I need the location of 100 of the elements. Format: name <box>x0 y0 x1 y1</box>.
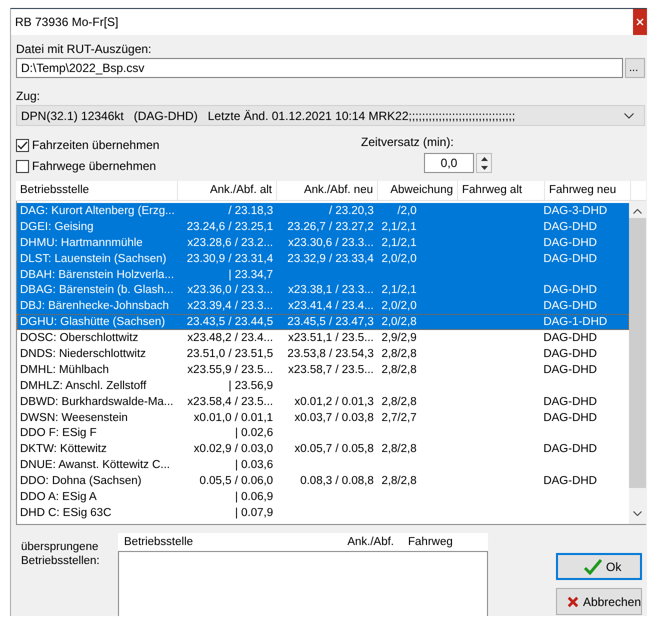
table-row[interactable]: DGHU: Glashütte (Sachsen) 23.43,5 / 23.44,5 23.45,5 / 23.47,3 2,0/2,8 DAG-1-DHD <box>17 314 629 330</box>
table-cell: x23.41,4 / 23.4... <box>288 300 374 312</box>
check-icon <box>17 140 28 150</box>
table-cell: x23.36,0 / 23.3... <box>187 284 274 296</box>
table-cell: 23.30,9 / 23.31,4 <box>186 252 274 265</box>
table-cell: DNDS: Niederschlottwitz <box>20 348 146 360</box>
table-cell: DAG-DHD <box>543 236 597 249</box>
table-cell: | 0.06,9 <box>234 491 274 504</box>
table-cell: DDO F: ESig F <box>20 427 97 440</box>
table-cell: x0.03,7 / 0.03,8 <box>294 412 374 424</box>
table-cell: 23.43,5 / 23.44,5 <box>186 316 274 328</box>
column-header[interactable]: Fahrweg <box>394 533 453 551</box>
browse-button[interactable]: ... <box>625 58 645 78</box>
table-cell: 2,0/2,0 <box>381 252 417 265</box>
table-cell: | 0.07,9 <box>234 506 274 519</box>
table-cell: 2,7/2,7 <box>381 412 417 424</box>
table-row[interactable]: DNUE: Awanst. Köttewitz C... | 0.03,6 <box>17 457 629 474</box>
dialog-button[interactable]: Ok <box>556 553 642 580</box>
table-row[interactable]: DAG: Kurort Altenberg (Erzg... / 23.18,3 / 23.20,3 /2,0 DAG-3-DHD <box>17 203 629 219</box>
x-icon <box>567 594 579 608</box>
table-row[interactable]: DBWD: Burkhardswalde-Ma... x23.58,4 / 23.5... x0.01,2 / 0.01,3 2,8/2,8 DAG-DHD <box>17 394 629 410</box>
train-dropdown[interactable]: DPN(32.1) 12346kt (DAG-DHD) Letzte Änd. 01.12.2021 10:14 MRK22;;;;;;;;;;;;;;;;;;;;;;;;;;;;;;;; <box>16 105 645 126</box>
up-arrow-icon <box>480 156 488 160</box>
table-row[interactable]: DDO A: ESig A | 0.06,9 <box>17 489 629 505</box>
table-cell: DAG-DHD <box>543 332 597 344</box>
table-cell: DOSC: Oberschlottwitz <box>20 332 138 344</box>
close-button[interactable] <box>633 9 647 35</box>
table-cell: 23.53,8 / 23.54,3 <box>287 348 374 360</box>
table-cell: 23.24,6 / 23.25,1 <box>186 220 274 233</box>
table-row[interactable]: DMHLZ: Anschl. Zellstoff | 23.56,9 <box>17 378 629 394</box>
column-header[interactable]: Betriebsstelle <box>16 181 178 200</box>
table-cell: | 0.03,6 <box>234 459 274 472</box>
table-cell: 2,0/2,0 <box>381 300 417 312</box>
table-row[interactable]: DGEI: Geising 23.24,6 / 23.25,1 23.26,7 / 23.27,2 2,1/2,1 DAG-DHD <box>17 218 629 235</box>
table-cell: DLST: Lauenstein (Sachsen) <box>20 252 166 265</box>
table-cell: x23.58,4 / 23.5... <box>187 396 274 408</box>
table-cell: / 23.18,3 <box>228 205 274 217</box>
table-row[interactable]: DBAG: Bärenstein (b. Glash... x23.36,0 / 23.3... x23.38,1 / 23.3... 2,1/2,1 DAG-DHD <box>17 282 629 298</box>
table-cell: DAG-1-DHD <box>543 316 608 328</box>
table-row[interactable]: DDO F: ESig F | 0.02,6 <box>17 425 629 442</box>
checkbox-option[interactable]: Fahrwege übernehmen <box>16 158 361 174</box>
table-row[interactable]: DBJ: Bärenhecke-Johnsbach x23.39,4 / 23.3... x23.41,4 / 23.4... 2,0/2,0 DAG-DHD <box>17 298 629 314</box>
table-cell: x0.05,7 / 0.05,8 <box>294 443 374 456</box>
dialog-button[interactable]: Abbrechen <box>556 588 642 615</box>
table-row[interactable]: DBAH: Bärenstein Holzverla... | 23.34,7 <box>17 266 629 282</box>
field-label: Zeitversatz (min): <box>361 135 454 150</box>
column-header[interactable]: Ank./Abf. alt <box>178 181 277 200</box>
table-cell: x23.28,6 / 23.2... <box>187 236 274 249</box>
table-cell: DAG-DHD <box>543 443 597 456</box>
spin-buttons[interactable] <box>476 153 492 173</box>
table-row[interactable]: DOSC: Oberschlottwitz x23.48,2 / 23.4... x23.51,1 / 23.5... 2,9/2,9 DAG-DHD <box>17 330 629 346</box>
table-cell: x23.48,2 / 23.4... <box>187 332 274 344</box>
table-cell: 0.05,5 / 0.06,0 <box>200 475 274 488</box>
table-row[interactable]: DDO: Dohna (Sachsen) 0.05,5 / 0.06,0 0.08,3 / 0.08,8 2,8/2,8 DAG-DHD <box>17 473 629 490</box>
table-cell: 2,8/2,8 <box>381 475 417 488</box>
table-cell: DHD C: ESig 63C <box>20 506 112 519</box>
table-cell: 23.45,5 / 23.47,3 <box>287 316 374 328</box>
table-cell: x23.38,1 / 23.3... <box>288 284 374 296</box>
table-cell: DNUE: Awanst. Köttewitz C... <box>20 459 170 472</box>
table-cell: DAG-DHD <box>543 475 597 488</box>
table-cell: x23.55,9 / 23.5... <box>187 364 274 376</box>
table-cell: 2,9/2,9 <box>381 332 417 344</box>
table-row[interactable]: DHMU: Hartmannmühle x23.28,6 / 23.2... x23.30,6 / 23.3... 2,1/2,1 DAG-DHD <box>17 234 629 251</box>
column-header[interactable]: Abweichung <box>378 181 458 200</box>
table-cell: | 23.34,7 <box>228 268 274 281</box>
table-cell: x0.01,2 / 0.01,3 <box>294 396 374 408</box>
column-header[interactable]: Fahrweg neu <box>545 181 631 200</box>
table-cell: DDO: Dohna (Sachsen) <box>20 475 142 488</box>
offset-field[interactable]: 0,0 <box>424 153 474 173</box>
table-cell: x0.01,0 / 0.01,1 <box>194 412 274 424</box>
column-header[interactable]: Fahrweg alt <box>458 181 545 200</box>
table-cell: 23.26,7 / 23.27,2 <box>287 220 374 233</box>
table-cell: DAG-DHD <box>543 252 597 265</box>
table-row[interactable]: DLST: Lauenstein (Sachsen) 23.30,9 / 23.31,4 23.32,9 / 23.33,4 2,0/2,0 DAG-DHD <box>17 250 629 267</box>
table-cell: DDO A: ESig A <box>20 491 97 504</box>
checkbox-option[interactable]: Fahrzeiten übernehmen <box>16 137 361 153</box>
table-row[interactable]: DHD C: ESig 63C | 0.07,9 <box>17 504 629 521</box>
table-cell: 2,1/2,1 <box>381 220 417 233</box>
table-row[interactable]: DMHL: Mühlbach x23.55,9 / 23.5... x23.58,7 / 23.5... 2,8/2,8 DAG-DHD <box>17 362 629 378</box>
table-cell: 2,8/2,8 <box>381 364 417 376</box>
table-cell: 23.32,9 / 23.33,4 <box>287 252 374 265</box>
table-cell: 2,1/2,1 <box>381 284 417 296</box>
file-path-field[interactable]: D:\Temp\2022_Bsp.csv <box>16 58 623 78</box>
chevron-up-icon <box>633 209 642 214</box>
table-cell: | 23.56,9 <box>228 380 274 392</box>
column-header[interactable]: Betriebsstelle <box>118 533 324 551</box>
column-header[interactable]: Ank./Abf. neu <box>277 181 378 200</box>
scrollbar-thumb[interactable] <box>629 218 646 488</box>
table-cell: DBAH: Bärenstein Holzverla... <box>20 268 174 281</box>
close-icon <box>636 18 644 26</box>
table-cell: x23.58,7 / 23.5... <box>288 364 374 376</box>
table-cell: DAG-DHD <box>543 364 597 376</box>
table-row[interactable]: DKTW: Köttewitz x0.02,9 / 0.03,0 x0.05,7 / 0.05,8 2,8/2,8 DAG-DHD <box>17 441 629 458</box>
table-cell: 23.51,0 / 23.51,5 <box>186 348 274 360</box>
column-header[interactable]: Ank./Abf. <box>324 533 394 551</box>
table-row[interactable]: DNDS: Niederschlottwitz 23.51,0 / 23.51,5 23.53,8 / 23.54,3 2,8/2,8 DAG-DHD <box>17 346 629 362</box>
scrollbar[interactable] <box>629 201 646 524</box>
table-row[interactable]: DWSN: Weesenstein x0.01,0 / 0.01,1 x0.03,7 / 0.03,8 2,7/2,7 DAG-DHD <box>17 410 629 426</box>
table-cell: DAG-DHD <box>543 220 597 233</box>
table-cell: 2,8/2,8 <box>381 348 417 360</box>
